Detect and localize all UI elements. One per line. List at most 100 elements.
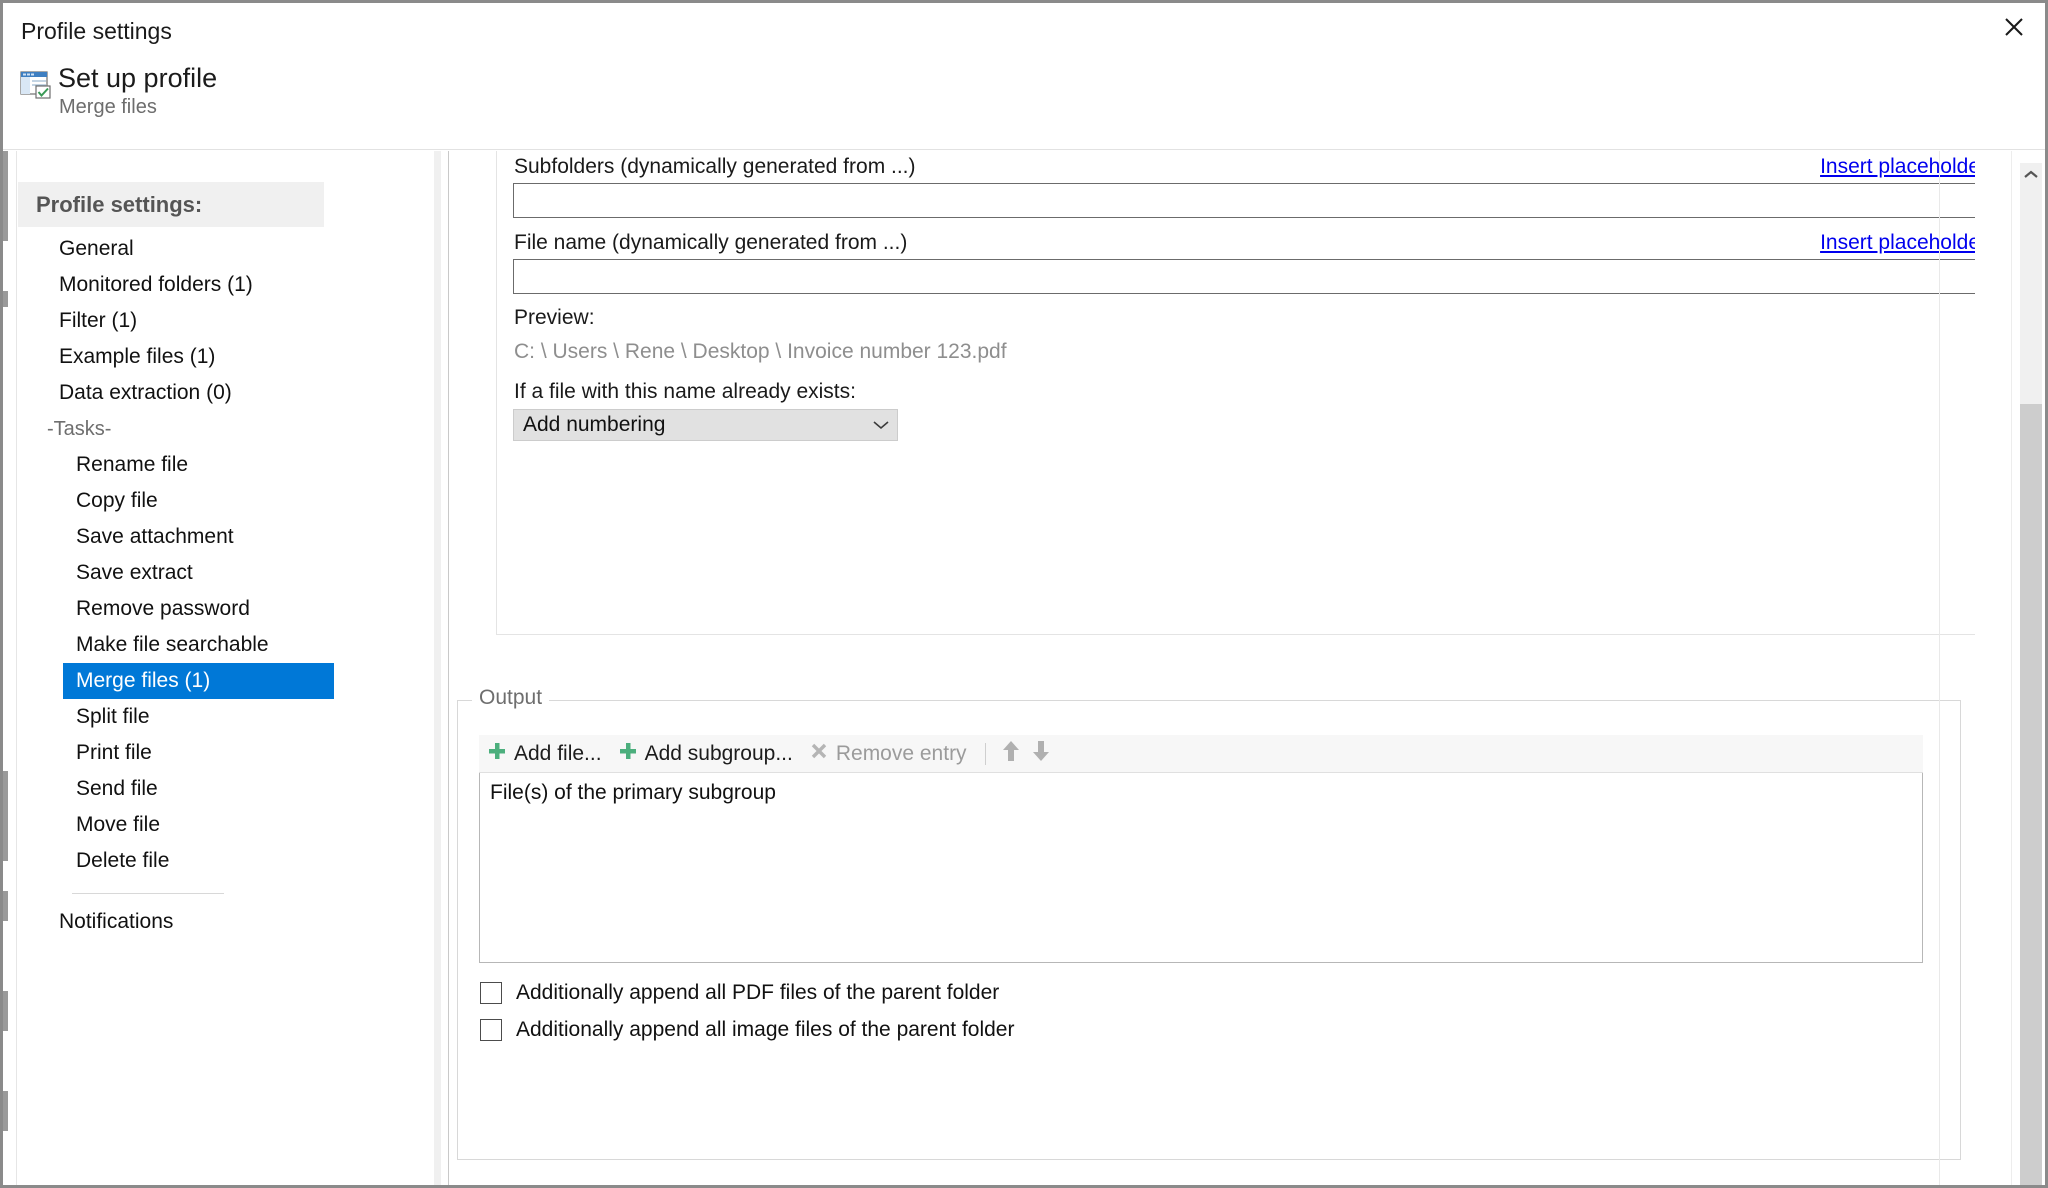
move-up-button[interactable]	[996, 735, 1026, 773]
append-image-checkbox[interactable]	[480, 1019, 502, 1041]
sidebar-item-data-extraction-0[interactable]: Data extraction (0)	[17, 375, 334, 411]
sidebar-item-make-file-searchable[interactable]: Make file searchable	[17, 627, 334, 663]
append-image-label: Additionally append all image files of t…	[516, 1018, 1015, 1041]
plus-icon	[487, 741, 507, 766]
sidebar-item-label: Move file	[76, 813, 161, 836]
output-group: Output Add file... Add subgroup... Remov…	[457, 686, 1961, 1160]
sidebar-item-monitored-folders-1[interactable]: Monitored folders (1)	[17, 267, 334, 303]
sidebar-nav: General Monitored folders (1) Filter (1) Ex…	[17, 231, 334, 940]
subfolders-insert-placeholder-link[interactable]: Insert placeholder	[1820, 155, 1975, 179]
profile-window-icon	[17, 66, 53, 102]
output-group-legend: Output	[472, 686, 550, 710]
filename-insert-placeholder-link[interactable]: Insert placeholder	[1820, 231, 1975, 255]
sidebar-item-save-attachment[interactable]: Save attachment	[17, 519, 334, 555]
sidebar-group-label: -Tasks-	[17, 411, 334, 447]
pane-separator-light	[434, 151, 441, 1185]
sidebar-item-delete-file[interactable]: Delete file	[17, 843, 334, 879]
sidebar-item-move-file[interactable]: Move file	[17, 807, 334, 843]
sidebar-item-label: Monitored folders (1)	[59, 273, 253, 296]
sidebar-item-remove-password[interactable]: Remove password	[17, 591, 334, 627]
profile-settings-window: Profile settings Set up profile Merge fi…	[0, 0, 2048, 1188]
add-file-button[interactable]: Add file...	[479, 735, 610, 773]
add-file-label: Add file...	[514, 741, 602, 765]
window-body: Profile settings: General Monitored folde…	[3, 151, 2045, 1185]
subfolders-label: Subfolders (dynamically generated from .…	[514, 155, 916, 178]
add-subgroup-button[interactable]: Add subgroup...	[610, 735, 801, 773]
close-icon	[2004, 17, 2023, 36]
scroll-up-button[interactable]	[2020, 163, 2042, 185]
chevron-down-icon	[865, 420, 897, 430]
remove-entry-button[interactable]: Remove entry	[801, 735, 975, 773]
sidebar-item-label: Example files (1)	[59, 345, 216, 368]
sidebar-item-label: Merge files (1)	[76, 669, 211, 692]
output-toolbar: Add file... Add subgroup... Remove entry	[479, 735, 1923, 773]
sidebar-divider	[72, 893, 224, 894]
sidebar-heading: Profile settings:	[18, 182, 324, 227]
file-exists-selected-value: Add numbering	[523, 413, 666, 436]
sidebar-item-label: Data extraction (0)	[59, 381, 232, 404]
sidebar-item-label: Rename file	[76, 453, 189, 476]
sidebar-item-label: Remove password	[76, 597, 250, 620]
append-pdf-label: Additionally append all PDF files of the…	[516, 981, 1000, 1004]
title-bar: Profile settings	[3, 3, 2045, 60]
append-image-checkbox-row[interactable]: Additionally append all image files of t…	[480, 1018, 1014, 1042]
output-list-container: File(s) of the primary subgroup	[480, 773, 1922, 805]
filename-input[interactable]	[513, 259, 1975, 294]
sidebar-item-label: Notifications	[59, 910, 174, 933]
sidebar-item-label: Make file searchable	[76, 633, 269, 656]
append-pdf-checkbox-row[interactable]: Additionally append all PDF files of the…	[480, 981, 999, 1005]
sidebar-item-label: Delete file	[76, 849, 170, 872]
add-subgroup-label: Add subgroup...	[644, 741, 793, 765]
left-edge-stub	[3, 151, 15, 1185]
preview-label: Preview:	[514, 306, 595, 329]
sidebar-item-label: Filter (1)	[59, 309, 138, 332]
sidebar-item-rename-file[interactable]: Rename file	[17, 447, 334, 483]
page-subtitle: Merge files	[59, 96, 157, 118]
vertical-scrollbar[interactable]	[2011, 151, 2042, 1185]
remove-entry-label: Remove entry	[835, 741, 967, 765]
sidebar-item-label: General	[59, 237, 134, 260]
sidebar-item-label: Save extract	[76, 561, 193, 584]
sidebar-item-label: Split file	[76, 705, 150, 728]
sidebar-item-label: Copy file	[76, 489, 158, 512]
sidebar-item-save-extract[interactable]: Save extract	[17, 555, 334, 591]
list-item[interactable]: File(s) of the primary subgroup	[480, 773, 1922, 805]
sidebar-item-notifications[interactable]: Notifications	[17, 904, 334, 940]
file-exists-label: If a file with this name already exists:	[514, 380, 856, 403]
sidebar-item-print-file[interactable]: Print file	[17, 735, 334, 771]
plus-icon	[618, 741, 638, 766]
preview-path-value: C: \ Users \ Rene \ Desktop \ Invoice nu…	[514, 340, 1007, 363]
window-title: Profile settings	[21, 18, 172, 44]
close-x-icon	[809, 741, 829, 766]
close-button[interactable]	[1982, 3, 2045, 50]
sidebar-item-label: Save attachment	[76, 525, 234, 548]
output-file-list[interactable]: File(s) of the primary subgroup	[479, 773, 1923, 963]
toolbar-divider	[984, 742, 986, 765]
file-exists-dropdown[interactable]: Add numbering	[513, 409, 898, 441]
sidebar-item-split-file[interactable]: Split file	[17, 699, 334, 735]
sidebar-item-merge-files-1[interactable]: Merge files (1)	[63, 663, 334, 699]
sidebar-item-label: -Tasks-	[47, 417, 112, 440]
append-pdf-checkbox[interactable]	[480, 982, 502, 1004]
sidebar-item-example-files-1[interactable]: Example files (1)	[17, 339, 334, 375]
sidebar-item-label: Send file	[76, 777, 158, 800]
sidebar-item-label: Print file	[76, 741, 152, 764]
arrow-down-icon	[1030, 739, 1052, 768]
main-content: Subfolders (dynamically generated from .…	[449, 151, 1975, 1185]
sidebar-heading-label: Profile settings:	[36, 191, 203, 217]
arrow-up-icon	[1000, 739, 1022, 768]
subfolders-input[interactable]	[513, 183, 1975, 218]
move-down-button[interactable]	[1026, 735, 1056, 773]
filename-label: File name (dynamically generated from ..…	[514, 231, 908, 254]
naming-panel: Subfolders (dynamically generated from .…	[496, 151, 1975, 635]
page-title: Set up profile	[58, 63, 218, 93]
page-header: Set up profile Merge files	[3, 60, 2045, 150]
scrollbar-thumb[interactable]	[2020, 404, 2042, 1185]
sidebar-item-general[interactable]: General	[17, 231, 334, 267]
sidebar-item-send-file[interactable]: Send file	[17, 771, 334, 807]
sidebar-item-copy-file[interactable]: Copy file	[17, 483, 334, 519]
content-right-edge	[1939, 151, 1940, 1185]
profile-settings-sidebar: Profile settings: General Monitored folde…	[16, 151, 334, 1185]
chevron-up-icon	[2024, 170, 2038, 178]
sidebar-item-filter-1[interactable]: Filter (1)	[17, 303, 334, 339]
